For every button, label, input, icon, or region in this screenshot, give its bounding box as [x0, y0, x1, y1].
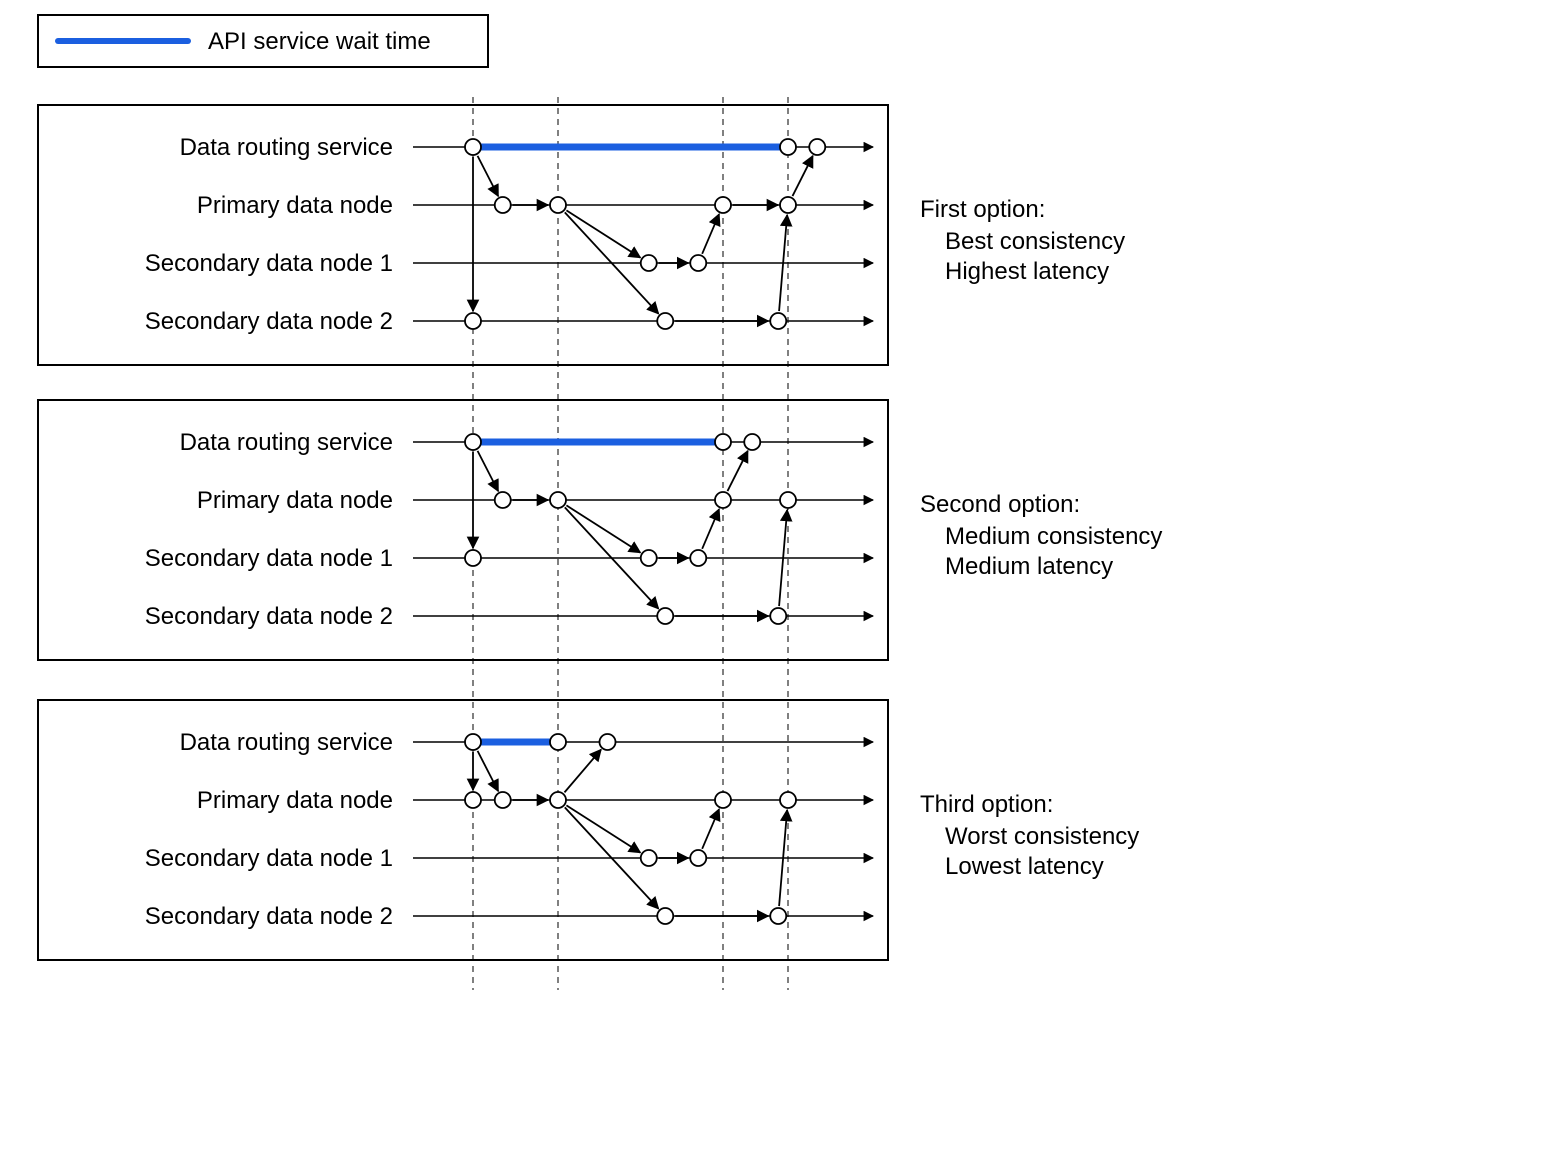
event-node: [809, 139, 825, 155]
event-node: [465, 792, 481, 808]
lane-label: Secondary data node 2: [145, 903, 393, 930]
event-node: [780, 139, 796, 155]
option-detail: Worst consistency: [945, 823, 1139, 850]
option-detail: Highest latency: [945, 258, 1109, 285]
event-arrow: [566, 505, 640, 552]
event-node: [744, 434, 760, 450]
option-detail: Lowest latency: [945, 853, 1104, 880]
event-arrow: [702, 809, 719, 849]
event-node: [641, 550, 657, 566]
event-node: [495, 492, 511, 508]
lane-label: Primary data node: [197, 787, 393, 814]
event-node: [465, 139, 481, 155]
option-detail: Medium latency: [945, 553, 1113, 580]
event-node: [657, 608, 673, 624]
event-node: [465, 734, 481, 750]
event-node: [465, 434, 481, 450]
event-node: [550, 492, 566, 508]
event-node: [690, 255, 706, 271]
event-arrow: [728, 451, 748, 491]
event-node: [780, 492, 796, 508]
event-node: [715, 434, 731, 450]
lane-label: Secondary data node 1: [145, 845, 393, 872]
event-arrow: [566, 210, 640, 257]
event-arrow: [478, 451, 499, 491]
lane-label: Data routing service: [180, 729, 393, 756]
event-node: [641, 850, 657, 866]
lane-label: Secondary data node 1: [145, 545, 393, 572]
event-node: [657, 908, 673, 924]
event-node: [715, 792, 731, 808]
lane-label: Data routing service: [180, 429, 393, 456]
option-title: Second option:: [920, 491, 1080, 518]
event-node: [657, 313, 673, 329]
event-node: [465, 550, 481, 566]
event-node: [495, 792, 511, 808]
event-node: [770, 908, 786, 924]
event-node: [780, 197, 796, 213]
option-title: Third option:: [920, 791, 1053, 818]
option-detail: Best consistency: [945, 228, 1125, 255]
lane-label: Primary data node: [197, 487, 393, 514]
lane-label: Data routing service: [180, 134, 393, 161]
event-arrow: [564, 750, 601, 793]
event-node: [715, 492, 731, 508]
event-node: [780, 792, 796, 808]
option-title: First option:: [920, 196, 1045, 223]
event-node: [550, 197, 566, 213]
lane-label: Secondary data node 2: [145, 603, 393, 630]
lane-label: Secondary data node 2: [145, 308, 393, 335]
legend-label: API service wait time: [208, 28, 431, 55]
option-detail: Medium consistency: [945, 523, 1162, 550]
event-node: [495, 197, 511, 213]
event-arrow: [702, 214, 719, 254]
event-node: [550, 792, 566, 808]
lane-label: Secondary data node 1: [145, 250, 393, 277]
event-arrow: [478, 751, 499, 791]
event-node: [690, 850, 706, 866]
event-node: [600, 734, 616, 750]
event-arrow: [478, 156, 499, 196]
lane-label: Primary data node: [197, 192, 393, 219]
event-node: [465, 313, 481, 329]
event-node: [770, 608, 786, 624]
event-arrow: [793, 156, 813, 196]
event-arrow: [702, 509, 719, 549]
event-node: [715, 197, 731, 213]
event-node: [690, 550, 706, 566]
event-node: [770, 313, 786, 329]
latency-diagram: API service wait time Data routing servic…: [0, 0, 1548, 1152]
event-node: [550, 734, 566, 750]
event-node: [641, 255, 657, 271]
event-arrow: [566, 805, 640, 852]
